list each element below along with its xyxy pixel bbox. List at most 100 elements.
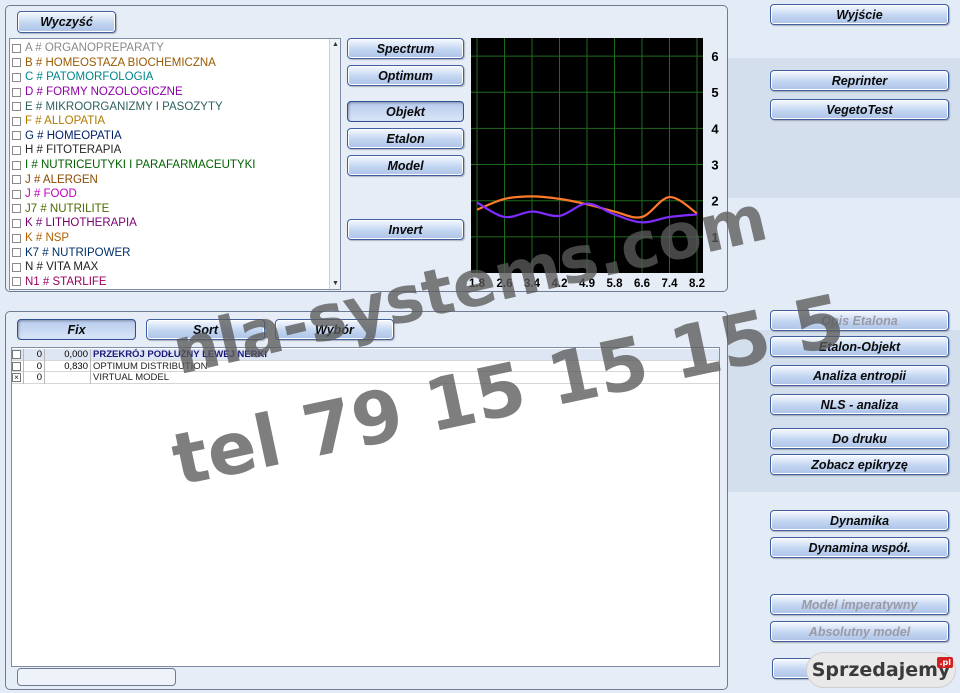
y-tick-label: 4 bbox=[711, 121, 719, 136]
category-checkbox[interactable] bbox=[12, 102, 21, 112]
category-label: J7 # NUTRILITE bbox=[25, 202, 110, 215]
category-item[interactable]: J # ALERGEN bbox=[10, 172, 98, 187]
row-checkbox[interactable] bbox=[12, 361, 21, 371]
x-tick-label: 4.2 bbox=[552, 278, 568, 290]
category-label: B # HOMEOSTAZA BIOCHEMICZNA bbox=[25, 56, 216, 69]
row-value: 0,000 bbox=[64, 349, 88, 361]
model-imperatywny-button[interactable]: Model imperatywny bbox=[770, 594, 949, 615]
category-label: G # HOMEOPATIA bbox=[25, 129, 122, 142]
row-count: 0 bbox=[36, 349, 42, 361]
fix-button[interactable]: Fix bbox=[17, 319, 136, 340]
category-checkbox[interactable] bbox=[12, 131, 21, 141]
category-item[interactable]: G # HOMEOPATIA bbox=[10, 129, 122, 144]
x-tick-label: 5.8 bbox=[607, 278, 624, 290]
optimum-button[interactable]: Optimum bbox=[347, 65, 464, 86]
analiza-entropii-button[interactable]: Analiza entropii bbox=[770, 365, 949, 386]
category-item[interactable]: B # HOMEOSTAZA BIOCHEMICZNA bbox=[10, 56, 216, 71]
category-label: D # FORMY NOZOLOGICZNE bbox=[25, 86, 183, 99]
category-item[interactable]: E # MIKROORGANIZMY I PASOZYTY bbox=[10, 99, 223, 114]
category-item[interactable]: N1 # STARLIFE bbox=[10, 275, 107, 290]
category-checkbox[interactable] bbox=[12, 262, 21, 272]
category-label: F # ALLOPATIA bbox=[25, 115, 106, 128]
row-name: PRZEKRÓJ PODŁUŻNY LEWEJ NERKI bbox=[93, 349, 268, 361]
logo-suffix: .pl bbox=[937, 657, 953, 668]
nls-analiza-button[interactable]: NLS - analiza bbox=[770, 394, 949, 415]
etalon-button[interactable]: Etalon bbox=[347, 128, 464, 149]
do-druku-button[interactable]: Do druku bbox=[770, 428, 949, 449]
category-checkbox[interactable] bbox=[12, 189, 21, 199]
category-item[interactable]: K7 # NUTRIPOWER bbox=[10, 245, 130, 260]
category-label: I # NUTRICEUTYKI I PARAFARMACEUTYKI bbox=[25, 159, 256, 172]
site-logo: Sprzedajemy .pl bbox=[806, 652, 956, 688]
zobacz-epikryze-button[interactable]: Zobacz epikryzę bbox=[770, 454, 949, 475]
category-checkbox[interactable] bbox=[12, 277, 21, 287]
category-list-scrollbar[interactable]: ▲ ▼ bbox=[329, 39, 340, 289]
category-item[interactable]: C # PATOMORFOLOGIA bbox=[10, 70, 153, 85]
category-checkbox[interactable] bbox=[12, 116, 21, 126]
dynamika-button[interactable]: Dynamika bbox=[770, 510, 949, 531]
category-checkbox[interactable] bbox=[12, 175, 21, 185]
results-table[interactable]: 0 0,000 PRZEKRÓJ PODŁUŻNY LEWEJ NERKI 0 0,83… bbox=[11, 347, 720, 667]
select-button[interactable]: Wybór bbox=[275, 319, 394, 340]
category-label: N # VITA MAX bbox=[25, 261, 99, 274]
category-checkbox[interactable] bbox=[12, 204, 21, 214]
etalon-objekt-button[interactable]: Etalon-Objekt bbox=[770, 336, 949, 357]
y-tick-label: 1 bbox=[711, 230, 718, 245]
category-label: J # ALERGEN bbox=[25, 173, 98, 186]
clear-button[interactable]: Wyczyść bbox=[17, 11, 116, 33]
x-tick-label: 7.4 bbox=[662, 278, 679, 290]
exit-button[interactable]: Wyjście bbox=[770, 4, 949, 25]
category-item[interactable]: F # ALLOPATIA bbox=[10, 114, 105, 129]
category-list[interactable]: A # ORGANOPREPARATY B # HOMEOSTAZA BIOCHE… bbox=[9, 38, 341, 290]
row-name: OPTIMUM DISTRIBUTION bbox=[93, 360, 208, 372]
x-tick-label: 2.6 bbox=[497, 278, 513, 290]
category-label: K # NSP bbox=[25, 232, 70, 245]
category-item[interactable]: K # LITHOTHERAPIA bbox=[10, 216, 137, 231]
category-item[interactable]: K # NSP bbox=[10, 231, 69, 246]
category-item[interactable]: N # VITA MAX bbox=[10, 260, 98, 275]
opis-etalona-button[interactable]: Opis Etalona bbox=[770, 310, 949, 331]
x-tick-label: 8.2 bbox=[689, 278, 705, 290]
scroll-up-icon[interactable]: ▲ bbox=[330, 39, 341, 50]
row-checkbox[interactable] bbox=[12, 350, 21, 360]
x-tick-label: 3.4 bbox=[524, 278, 541, 290]
row-count: 0 bbox=[36, 372, 42, 384]
category-checkbox[interactable] bbox=[12, 58, 21, 68]
category-checkbox[interactable] bbox=[12, 248, 21, 258]
category-checkbox[interactable] bbox=[12, 233, 21, 243]
model-button[interactable]: Model bbox=[347, 155, 464, 176]
status-field bbox=[17, 668, 176, 686]
category-item[interactable]: D # FORMY NOZOLOGICZNE bbox=[10, 85, 183, 100]
sort-button[interactable]: Sort bbox=[146, 319, 265, 340]
reprinter-button[interactable]: Reprinter bbox=[770, 70, 949, 91]
category-item[interactable]: J7 # NUTRILITE bbox=[10, 202, 109, 217]
category-item[interactable]: I # NUTRICEUTYKI I PARAFARMACEUTYKI bbox=[10, 158, 255, 173]
row-value: 0,830 bbox=[64, 360, 88, 372]
dynamina-button[interactable]: Dynamina współ. bbox=[770, 537, 949, 558]
row-checkbox[interactable]: × bbox=[12, 373, 21, 383]
category-item[interactable]: H # FITOTERAPIA bbox=[10, 143, 121, 158]
objekt-button[interactable]: Objekt bbox=[347, 101, 464, 122]
category-checkbox[interactable] bbox=[12, 87, 21, 97]
scroll-down-icon[interactable]: ▼ bbox=[330, 278, 341, 289]
category-item[interactable]: A # ORGANOPREPARATY bbox=[10, 41, 164, 56]
spectrum-button[interactable]: Spectrum bbox=[347, 38, 464, 59]
category-label: K # LITHOTHERAPIA bbox=[25, 217, 137, 230]
category-checkbox[interactable] bbox=[12, 72, 21, 82]
category-label: J # FOOD bbox=[25, 188, 77, 201]
vegetotest-button[interactable]: VegetoTest bbox=[770, 99, 949, 120]
category-checkbox[interactable] bbox=[12, 160, 21, 170]
category-checkbox[interactable] bbox=[12, 218, 21, 228]
invert-button[interactable]: Invert bbox=[347, 219, 464, 240]
table-row[interactable]: 0 0,000 PRZEKRÓJ PODŁUŻNY LEWEJ NERKI bbox=[12, 349, 719, 361]
category-label: H # FITOTERAPIA bbox=[25, 144, 122, 157]
category-item[interactable]: J # FOOD bbox=[10, 187, 77, 202]
absolutny-model-button[interactable]: Absolutny model bbox=[770, 621, 949, 642]
category-checkbox[interactable] bbox=[12, 43, 21, 53]
spectrum-chart: 1 2 3 4 5 6 1.8 2.6 3.4 4.2 4.9 5.8 6.6 7.4 8.2 bbox=[469, 38, 719, 290]
category-checkbox[interactable] bbox=[12, 145, 21, 155]
table-row[interactable]: × 0 VIRTUAL MODEL bbox=[12, 372, 719, 384]
table-row[interactable]: 0 0,830 OPTIMUM DISTRIBUTION bbox=[12, 360, 719, 372]
row-count: 0 bbox=[36, 360, 42, 372]
bottom-panel: Fix Sort Wybór 0 0,000 PRZEKRÓJ PODŁUŻNY L… bbox=[5, 311, 728, 690]
